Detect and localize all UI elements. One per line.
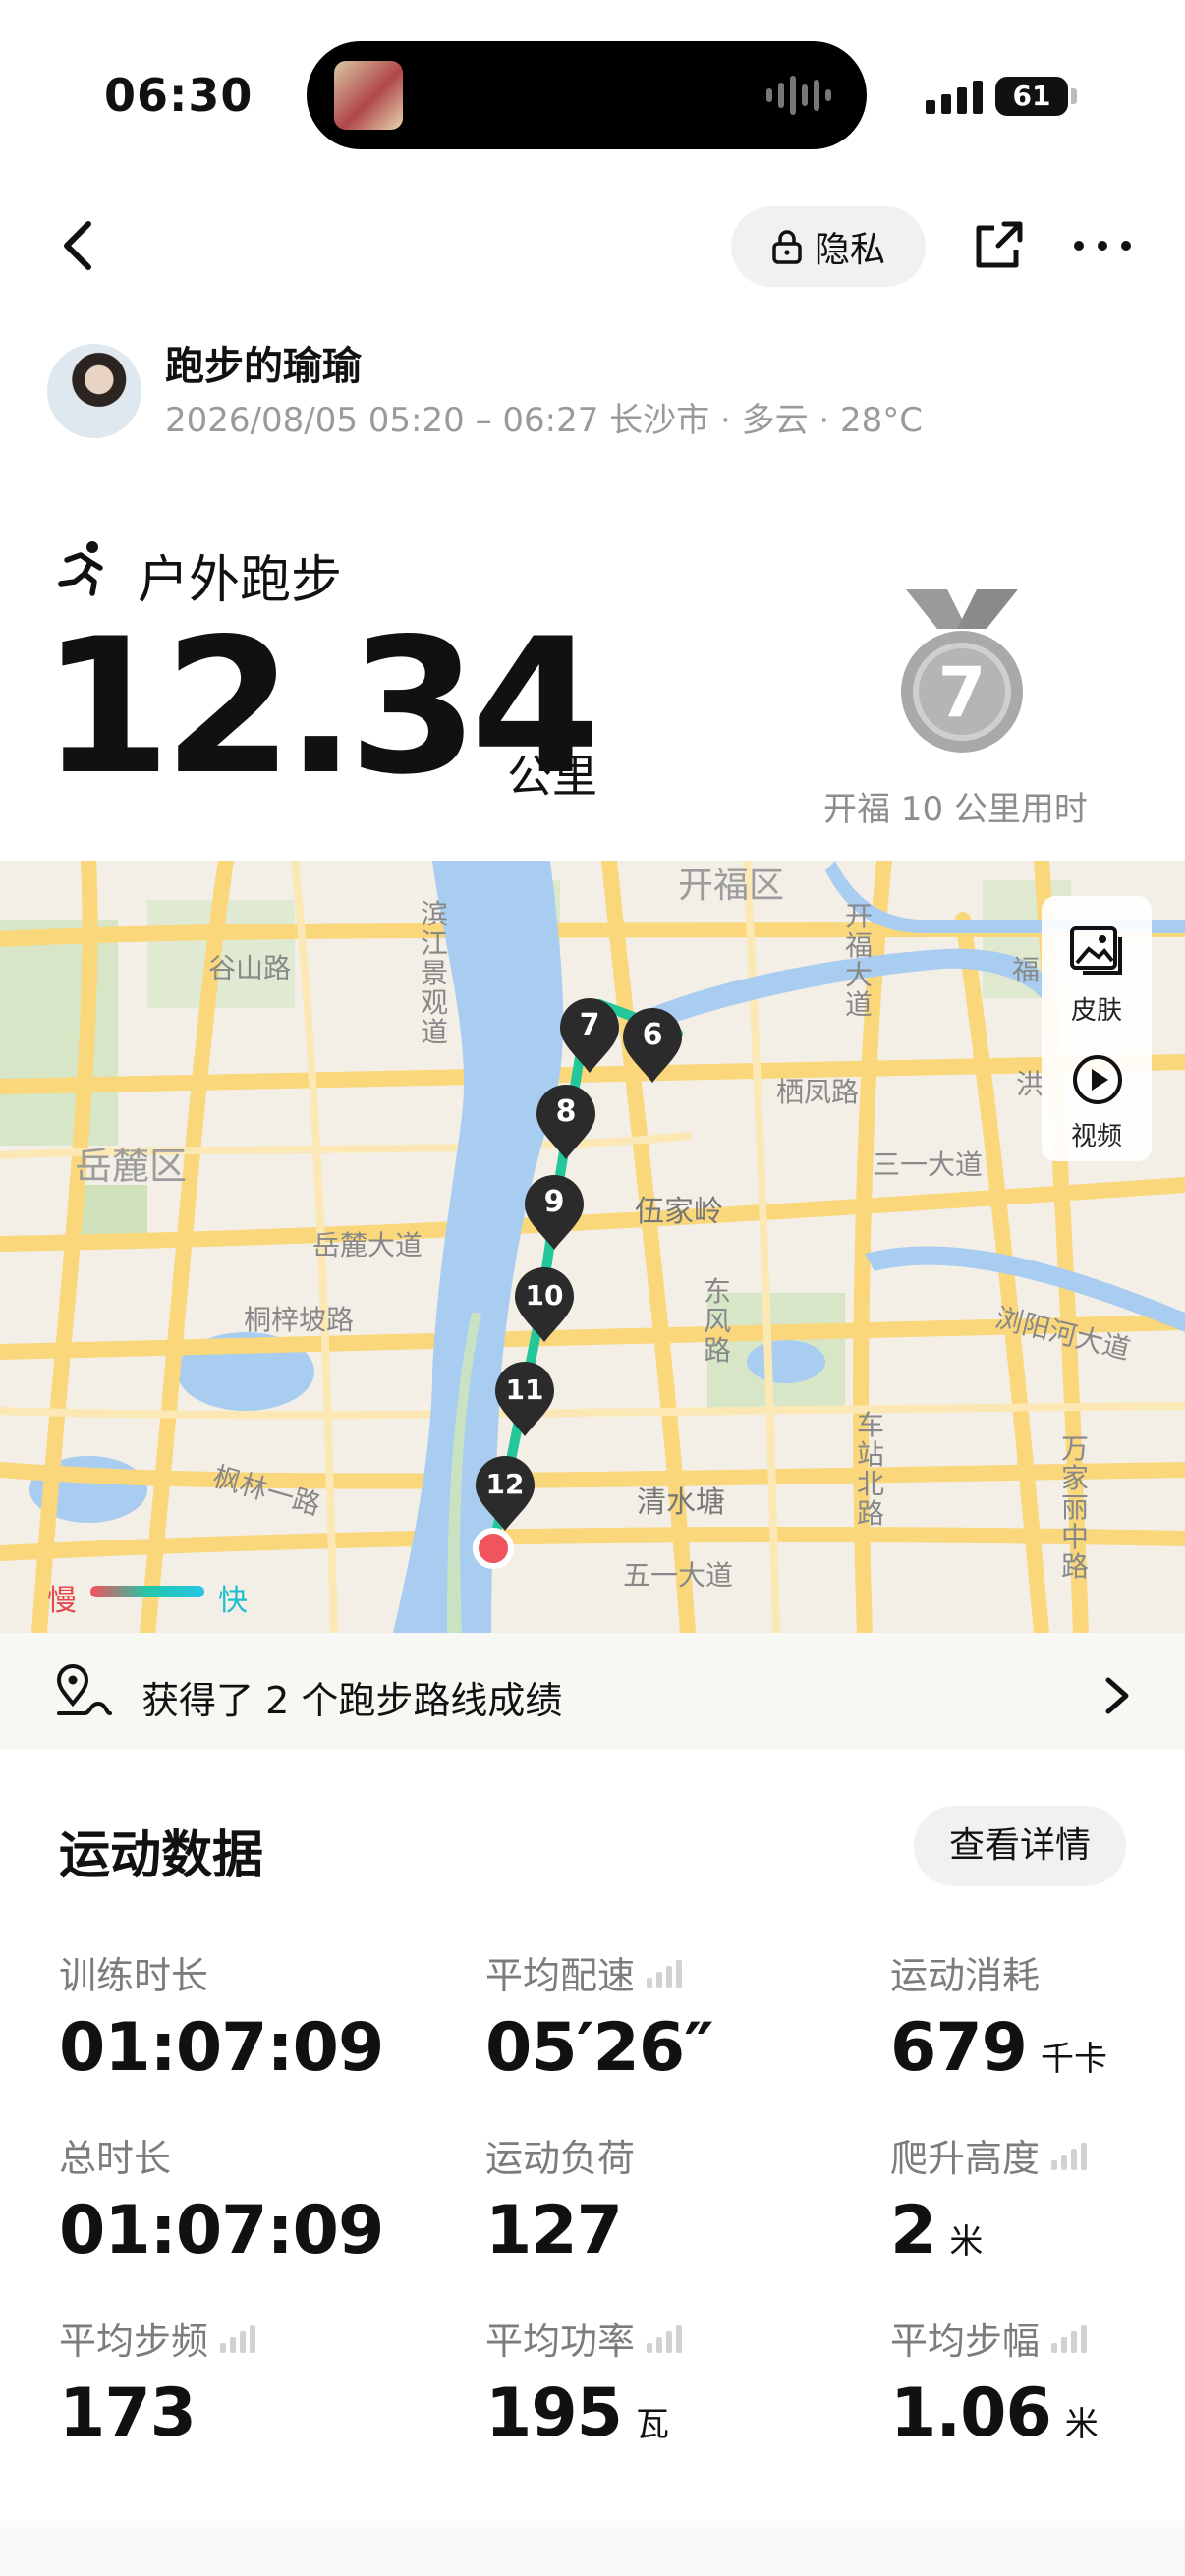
pace-legend-bar [90, 1586, 204, 1597]
medal-caption: 开福 10 公里用时 [823, 790, 1088, 829]
km-marker-label: 7 [579, 1008, 600, 1042]
stat-total-duration: 总时长 01:07:09 [59, 2128, 384, 2269]
stat-label: 运动负荷 [485, 2137, 636, 2180]
stat-value: 1.06 [890, 2375, 1052, 2452]
chevron-right-icon[interactable] [1099, 1674, 1134, 1717]
map-label-gushan: 谷山路 [208, 952, 292, 984]
stat-value: 01:07:09 [59, 2009, 384, 2087]
stat-avg-stride[interactable]: 平均步幅 1.06 米 [890, 2311, 1099, 2452]
km-marker-label: 11 [505, 1373, 544, 1406]
stat-value: 2 [890, 2192, 936, 2269]
battery-indicator: 61 [995, 77, 1068, 116]
skin-label: 皮肤 [1070, 996, 1122, 1026]
stat-unit: 米 [949, 2222, 984, 2262]
map-label-binjiang: 滨江景观道 [421, 898, 449, 1048]
battery-tip [1071, 88, 1077, 104]
map-label-qingshuitang: 清水塘 [637, 1485, 725, 1520]
trend-chart-icon [220, 2324, 256, 2353]
avatar[interactable] [47, 344, 141, 438]
trend-chart-icon [647, 1958, 683, 1988]
cellular-signal-icon [926, 81, 983, 114]
stat-label: 平均步幅 [890, 2320, 1041, 2363]
stat-elevation-gain[interactable]: 爬升高度 2米 [890, 2128, 1088, 2269]
stat-label: 平均配速 [485, 1954, 636, 1997]
stat-label: 运动消耗 [890, 1954, 1041, 1997]
running-icon [58, 541, 103, 596]
view-details-button[interactable]: 查看详情 [914, 1806, 1126, 1886]
map-label-hong: 洪 [1016, 1068, 1044, 1100]
stat-value: 05′26″ [485, 2009, 714, 2087]
map-canvas [0, 861, 1185, 1633]
map-label-wujialing: 伍家岭 [635, 1195, 723, 1229]
stat-calories: 运动消耗 679 千卡 [890, 1945, 1107, 2087]
stat-unit: 千卡 [1040, 2040, 1107, 2079]
km-marker-label: 6 [642, 1018, 663, 1052]
privacy-label: 隐私 [814, 230, 885, 270]
video-label: 视频 [1070, 1122, 1122, 1151]
stat-label: 爬升高度 [890, 2137, 1041, 2180]
stat-avg-power[interactable]: 平均功率 195 瓦 [485, 2311, 683, 2452]
map-label-qifeng: 栖凤路 [776, 1076, 860, 1108]
stat-value: 195 [485, 2375, 623, 2452]
stat-training-load: 运动负荷 127 [485, 2128, 635, 2269]
stat-avg-cadence[interactable]: 平均步频 173 [59, 2311, 256, 2452]
stat-label: 训练时长 [59, 1954, 209, 1997]
trend-chart-icon [1051, 2324, 1088, 2353]
pace-legend-slow: 慢 [47, 1584, 77, 1618]
video-button[interactable] [1071, 1053, 1124, 1110]
map-label-fu: 福 [1012, 954, 1041, 986]
dynamic-island[interactable] [307, 41, 867, 149]
km-marker-label: 8 [555, 1094, 577, 1129]
medal-badge[interactable]: 7 [888, 589, 1036, 756]
stat-label: 平均功率 [485, 2320, 636, 2363]
image-icon [1070, 926, 1122, 975]
map-label-kaifu: 开福区 [678, 866, 785, 906]
map-label-sanyi: 三一大道 [873, 1148, 984, 1181]
user-name[interactable]: 跑步的瑜瑜 [165, 334, 362, 391]
map-label-yuelu: 岳麓区 [75, 1145, 188, 1188]
stat-value: 173 [59, 2375, 197, 2452]
stat-training-duration: 训练时长 01:07:09 [59, 1945, 384, 2087]
map-label-dongfeng: 东风路 [704, 1275, 732, 1367]
map-label-chezhan: 车站北路 [857, 1409, 885, 1530]
share-icon[interactable] [969, 216, 1028, 275]
stat-value: 01:07:09 [59, 2192, 384, 2269]
play-icon [1073, 1055, 1122, 1104]
lock-icon [772, 230, 802, 264]
activity-meta: 2026/08/05 05:20 – 06:27 长沙市 · 多云 · 28°C [165, 401, 924, 440]
stat-value: 127 [485, 2192, 623, 2269]
stat-unit: 米 [1064, 2405, 1099, 2444]
map-side-panel: 皮肤 视频 [1042, 896, 1152, 1161]
km-marker-label: 12 [485, 1468, 525, 1500]
now-playing-artwork [334, 61, 403, 130]
audio-wave-icon [766, 73, 835, 118]
route-achievement-text: 获得了 2 个跑步路线成绩 [141, 1679, 563, 1722]
map-label-yuelu-ave: 岳麓大道 [312, 1229, 423, 1261]
status-time: 06:30 [104, 69, 254, 122]
km-marker-label: 10 [525, 1279, 564, 1312]
more-icon[interactable] [1071, 228, 1134, 263]
map-label-tongzi: 桐梓坡路 [244, 1304, 355, 1336]
map-label-kaifu-ave: 开福大道 [845, 900, 874, 1021]
pace-legend-fast: 快 [218, 1584, 248, 1618]
stat-label: 总时长 [59, 2137, 172, 2180]
medal-number: 7 [937, 652, 987, 733]
map-label-wuyi: 五一大道 [623, 1559, 734, 1592]
trend-chart-icon [647, 2324, 683, 2353]
stat-unit: 瓦 [635, 2405, 669, 2444]
bottom-area [0, 2521, 1185, 2576]
stats-title: 运动数据 [59, 1826, 264, 1885]
back-icon[interactable] [51, 216, 110, 275]
stat-value: 679 [890, 2009, 1028, 2087]
map-label-wanjiali: 万家丽中路 [1061, 1432, 1090, 1583]
stat-avg-pace[interactable]: 平均配速 05′26″ [485, 1945, 714, 2087]
trend-chart-icon [1051, 2141, 1088, 2170]
privacy-button[interactable]: 隐私 [731, 206, 926, 287]
route-map[interactable]: 开福区 谷山路 滨江景观道 岳麓区 栖凤路 开福大道 福 洪 三一大道 伍家岭 … [0, 861, 1185, 1633]
distance-unit: 公里 [507, 750, 597, 803]
route-pin-icon [56, 1664, 112, 1715]
skin-button[interactable] [1069, 925, 1124, 980]
km-marker-label: 9 [543, 1185, 565, 1219]
stat-label: 平均步频 [59, 2320, 209, 2363]
